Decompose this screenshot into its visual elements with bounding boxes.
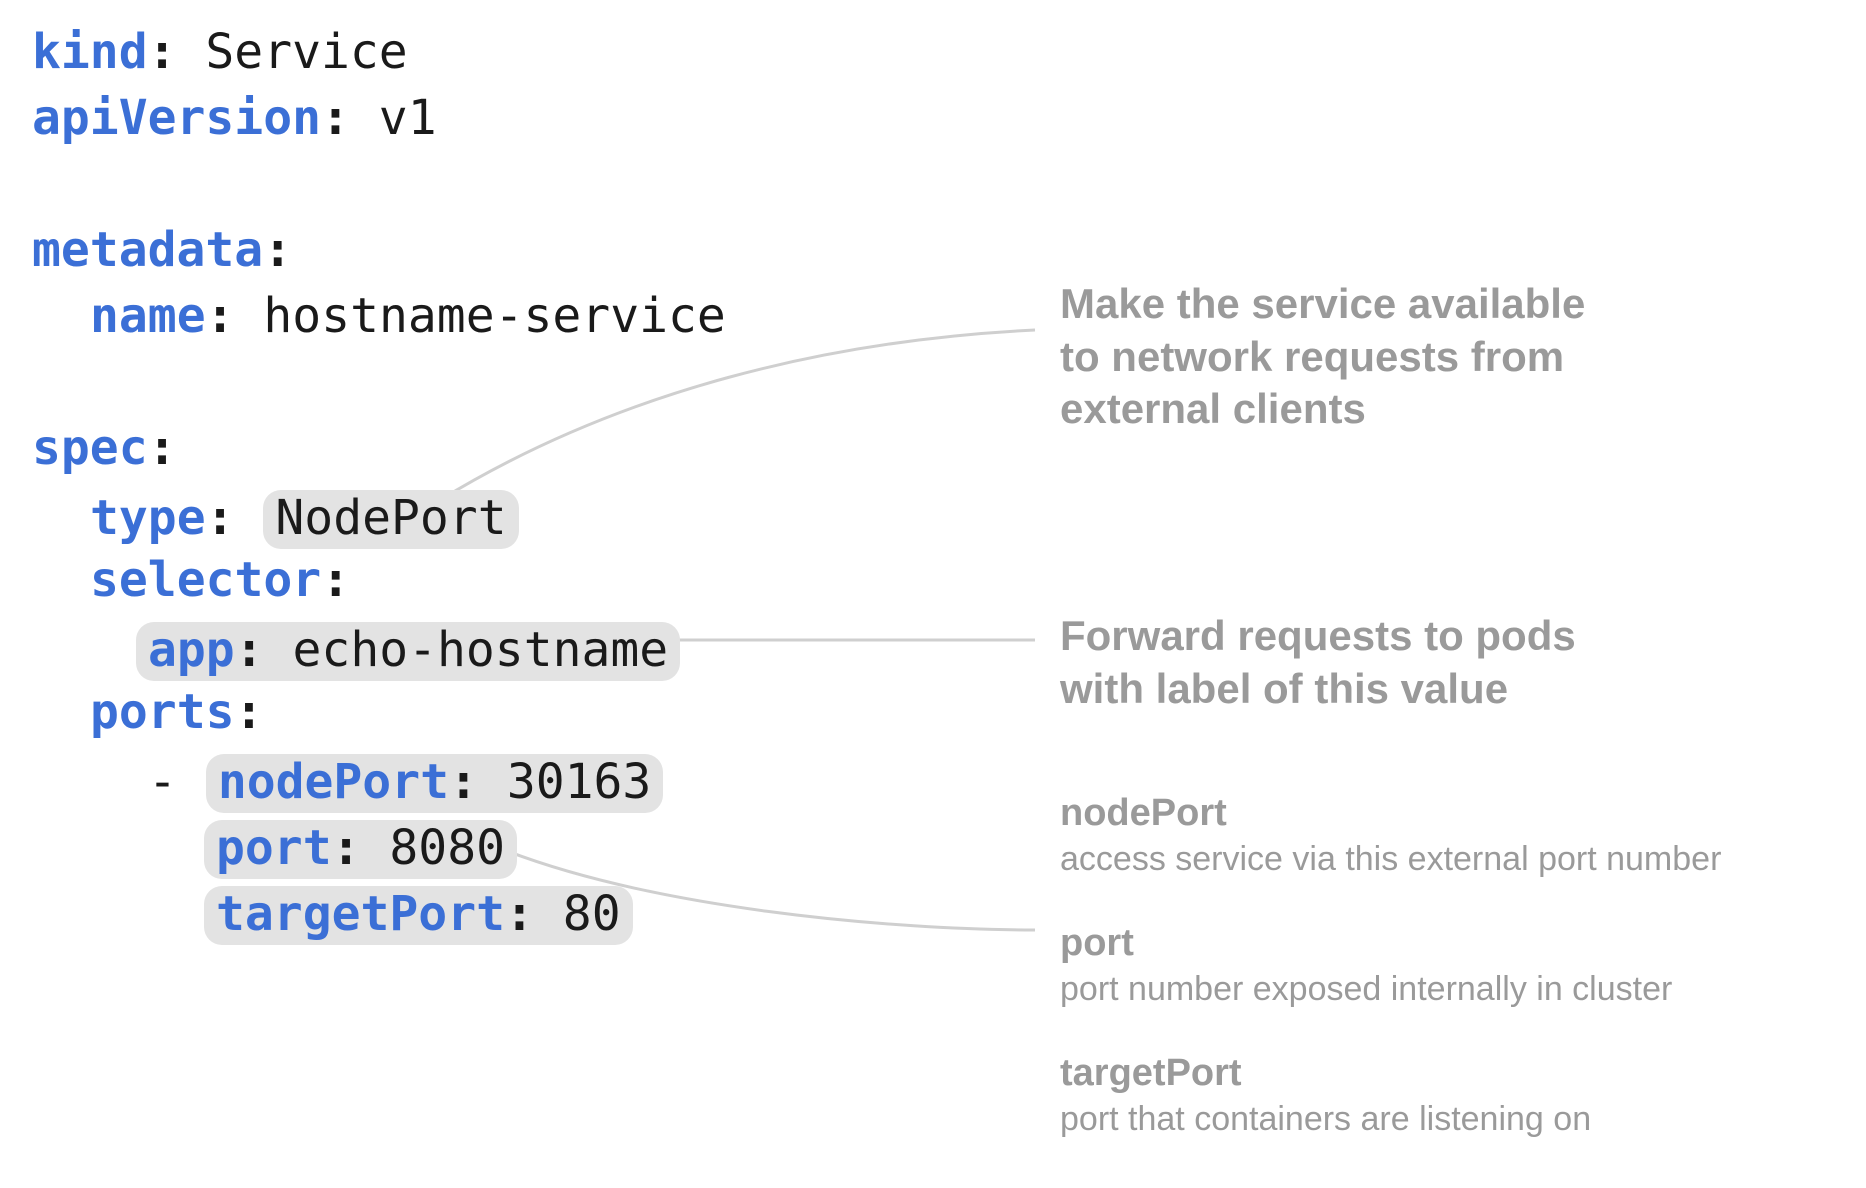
yaml-val-kind: Service <box>205 24 407 80</box>
yaml-key-selector: selector <box>90 552 321 608</box>
annotation-type-l3: external clients <box>1060 383 1585 436</box>
yaml-key-kind: kind <box>32 24 148 80</box>
yaml-line-name: name: hostname-service <box>90 292 726 340</box>
yaml-line-nodeport: - nodePort: 30163 <box>148 754 663 813</box>
annotation-type-l2: to network requests from <box>1060 331 1585 384</box>
yaml-line-apiversion: apiVersion: v1 <box>32 94 437 142</box>
yaml-key-ports: ports <box>90 684 235 740</box>
yaml-line-selector: selector: <box>90 556 350 604</box>
diagram-stage: kind: Service apiVersion: v1 metadata: n… <box>0 0 1866 1188</box>
yaml-line-type: type: NodePort <box>90 490 519 549</box>
yaml-key-nodeport: nodePort <box>218 754 449 810</box>
annotation-selector-l2: with label of this value <box>1060 663 1576 716</box>
yaml-val-app: echo-hostname <box>293 622 669 678</box>
annotation-port-term: port <box>1060 920 1672 968</box>
yaml-line-kind: kind: Service <box>32 28 408 76</box>
annotation-targetport-term: targetPort <box>1060 1050 1591 1098</box>
yaml-key-app: app <box>148 622 235 678</box>
yaml-line-app: app: echo-hostname <box>136 622 680 681</box>
yaml-pill-nodeport: nodePort: 30163 <box>206 754 664 813</box>
yaml-val-apiversion: v1 <box>379 90 437 146</box>
annotation-port: port port number exposed internally in c… <box>1060 920 1672 1010</box>
yaml-val-nodeport: 30163 <box>507 754 652 810</box>
annotation-port-desc: port number exposed internally in cluste… <box>1060 968 1672 1011</box>
yaml-pill-port: port: 8080 <box>204 820 517 879</box>
yaml-pill-app: app: echo-hostname <box>136 622 680 681</box>
annotation-selector: Forward requests to pods with label of t… <box>1060 610 1576 715</box>
yaml-dash: - <box>148 754 177 810</box>
yaml-val-targetport: 80 <box>563 886 621 942</box>
yaml-line-port: port: 8080 <box>204 820 517 879</box>
annotation-nodeport: nodePort access service via this externa… <box>1060 790 1721 880</box>
annotation-nodeport-term: nodePort <box>1060 790 1721 838</box>
yaml-line-ports: ports: <box>90 688 263 736</box>
yaml-key-spec: spec <box>32 420 148 476</box>
yaml-key-apiversion: apiVersion <box>32 90 321 146</box>
yaml-val-type: NodePort <box>275 490 506 546</box>
yaml-line-spec: spec: <box>32 424 177 472</box>
yaml-val-name: hostname-service <box>263 288 725 344</box>
annotation-type-l1: Make the service available <box>1060 278 1585 331</box>
yaml-line-metadata: metadata: <box>32 226 292 274</box>
annotation-selector-l1: Forward requests to pods <box>1060 610 1576 663</box>
annotation-nodeport-desc: access service via this external port nu… <box>1060 838 1721 881</box>
yaml-val-port: 8080 <box>389 820 505 876</box>
annotation-type: Make the service available to network re… <box>1060 278 1585 436</box>
annotation-targetport-desc: port that containers are listening on <box>1060 1098 1591 1141</box>
yaml-pill-type: NodePort <box>263 490 518 549</box>
annotation-targetport: targetPort port that containers are list… <box>1060 1050 1591 1140</box>
yaml-key-name: name <box>90 288 206 344</box>
yaml-line-targetport: targetPort: 80 <box>204 886 633 945</box>
yaml-key-port: port <box>216 820 332 876</box>
yaml-key-metadata: metadata <box>32 222 263 278</box>
yaml-pill-targetport: targetPort: 80 <box>204 886 633 945</box>
yaml-key-targetport: targetPort <box>216 886 505 942</box>
yaml-key-type: type <box>90 490 206 546</box>
